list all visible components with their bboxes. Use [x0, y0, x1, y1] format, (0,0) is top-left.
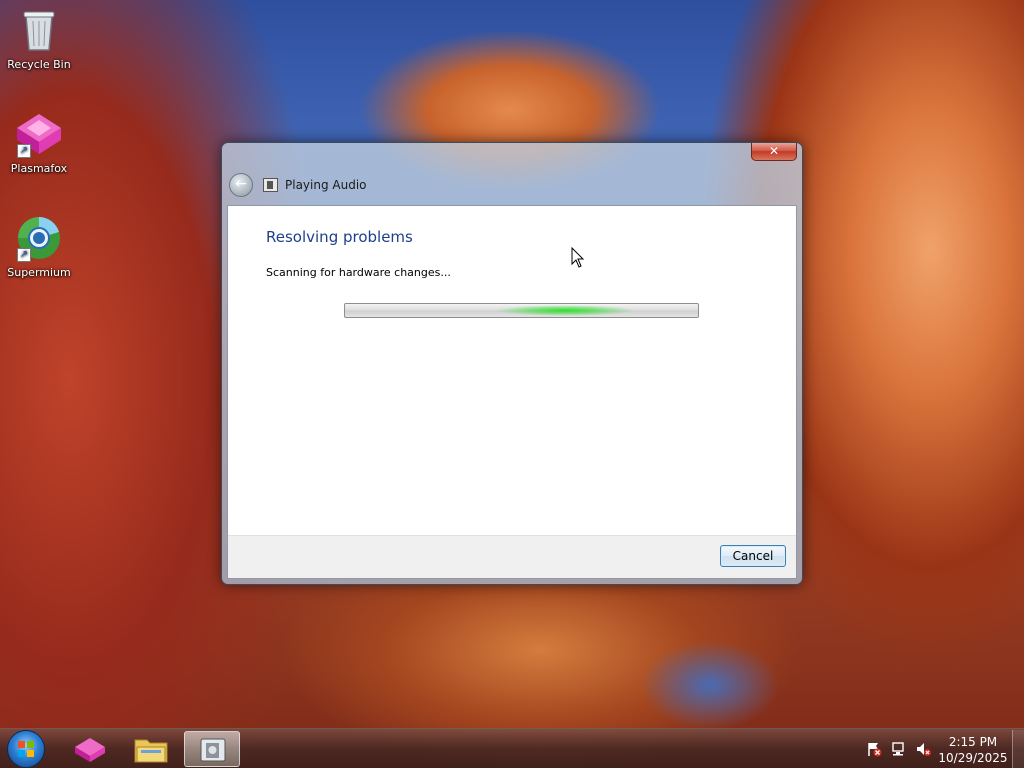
taskbar-troubleshooter[interactable] [184, 731, 240, 767]
progress-bar [344, 303, 699, 318]
clock[interactable]: 2:15 PM 10/29/2025 [935, 734, 1011, 766]
plasmafox-icon: ↗ [15, 110, 63, 158]
desktop-icon-recycle-bin[interactable]: Recycle Bin [0, 6, 78, 71]
clock-time: 2:15 PM [948, 735, 998, 749]
network-icon[interactable] [891, 741, 907, 757]
desktop-icon-label: Supermium [7, 266, 71, 279]
dialog-content: Resolving problems Scanning for hardware… [227, 205, 797, 579]
shortcut-arrow-icon: ↗ [17, 144, 31, 158]
taskbar: 2:15 PM 10/29/2025 [0, 728, 1024, 768]
desktop-icon-plasmafox[interactable]: ↗ Plasmafox [0, 110, 78, 175]
window-title: Playing Audio [285, 178, 367, 192]
close-button[interactable]: ✕ [751, 143, 797, 161]
cancel-button[interactable]: Cancel [720, 545, 786, 567]
supermium-icon: ↗ [15, 214, 63, 262]
dialog-footer: Cancel [228, 535, 796, 578]
back-button[interactable]: ← [229, 173, 253, 197]
taskbar-plasmafox[interactable] [62, 731, 118, 767]
wallpaper-sky-reflection [640, 640, 780, 730]
desktop: Recycle Bin ↗ Plasmafox ↗ Supermium ✕ ← … [0, 0, 1024, 768]
start-button[interactable] [7, 730, 45, 768]
troubleshooter-window: ✕ ← Playing Audio Resolving problems Sca… [221, 142, 803, 585]
desktop-icon-label: Plasmafox [10, 162, 68, 175]
volume-muted-icon[interactable] [915, 741, 931, 757]
troubleshooter-icon [263, 178, 278, 192]
show-desktop-button[interactable] [1012, 730, 1024, 768]
mouse-cursor-icon [571, 247, 585, 268]
shortcut-arrow-icon: ↗ [17, 248, 31, 262]
clock-date: 10/29/2025 [938, 751, 1008, 765]
status-text: Scanning for hardware changes... [266, 266, 451, 279]
folder-icon [134, 739, 168, 763]
desktop-icon-supermium[interactable]: ↗ Supermium [0, 214, 78, 279]
troubleshooter-icon [200, 738, 226, 762]
action-center-flag-icon[interactable] [866, 741, 882, 757]
progress-marquee [495, 305, 635, 316]
close-icon: ✕ [768, 144, 780, 158]
plasmafox-icon [75, 738, 105, 762]
desktop-icon-label: Recycle Bin [7, 58, 71, 71]
recycle-bin-icon [15, 6, 63, 54]
back-arrow-icon: ← [235, 176, 247, 192]
taskbar-file-explorer[interactable] [123, 731, 179, 767]
windows-start-icon [18, 741, 34, 757]
page-heading: Resolving problems [266, 228, 413, 246]
